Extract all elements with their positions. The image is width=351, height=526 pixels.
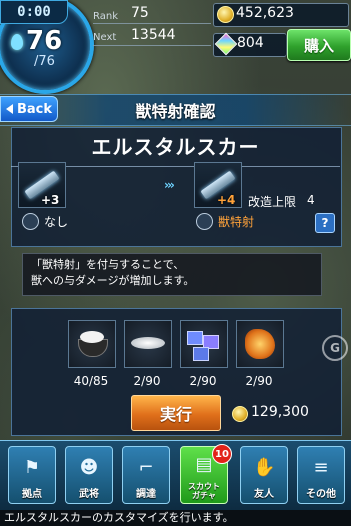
- stamina-drop-icon: [11, 34, 23, 50]
- rank-value: 75: [131, 5, 149, 21]
- weapon-before-skill: なし: [44, 215, 69, 229]
- nav-base-button[interactable]: ⚑ 拠点: [8, 446, 56, 504]
- head-icon: ☻: [79, 457, 99, 478]
- coin-value: 452,623: [236, 5, 294, 21]
- handshake-icon: ✋: [253, 457, 276, 478]
- back-arrow-icon: [5, 104, 13, 114]
- stamina-max: /76: [34, 54, 55, 69]
- skill-person-icon: [196, 213, 213, 230]
- cost-value: 129,300: [251, 404, 309, 420]
- material-count-4: 2/90: [245, 374, 273, 388]
- cost-coin-icon: [232, 406, 248, 422]
- rank-divider: [93, 23, 211, 24]
- material-count-1: 40/85: [73, 374, 109, 388]
- skill-person-icon: [22, 213, 39, 230]
- upgrade-limit-value: 4: [307, 193, 315, 207]
- cube-icon: [187, 331, 203, 345]
- crystal-icon: [245, 329, 275, 359]
- material-count-2: 2/90: [133, 374, 161, 388]
- nav-base-label: 拠点: [22, 489, 42, 500]
- upgrade-limit-label: 改造上限: [248, 195, 297, 209]
- material-count-3: 2/90: [189, 374, 217, 388]
- gun-icon: ⌐: [138, 457, 154, 478]
- weapon-after-slot: +4: [194, 162, 242, 208]
- gem-value: 804: [237, 35, 264, 51]
- weapon-after-skill: 獣特射: [218, 215, 255, 229]
- nav-procure-label: 調達: [136, 489, 156, 500]
- description-line-2: 獣への与ダメージが増加します。: [31, 274, 195, 287]
- powder-icon: [80, 331, 104, 343]
- material-blue-cubes: [180, 320, 228, 368]
- coin-icon: [217, 6, 234, 23]
- nav-procure-button[interactable]: ⌐ 調達: [122, 446, 170, 504]
- nav-other-button[interactable]: ≡ その他: [297, 446, 345, 504]
- flag-icon: ⚑: [23, 457, 41, 478]
- help-button[interactable]: ?: [315, 213, 335, 233]
- watermark-logo: G: [322, 335, 348, 361]
- nav-friends-button[interactable]: ✋ 友人: [240, 446, 288, 504]
- nav-generals-label: 武将: [79, 489, 99, 500]
- description-box: 「獣特射」を付与することで、 獣への与ダメージが増加します。: [22, 253, 322, 296]
- nav-gacha-label-2: ガチャ: [192, 491, 216, 500]
- disc-icon: [131, 337, 165, 349]
- weapon-before-plus: +3: [41, 193, 60, 207]
- back-label: Back: [16, 101, 53, 117]
- stamina-timer: 0:00: [0, 0, 68, 24]
- cube-icon: [193, 347, 209, 361]
- next-label: Next: [93, 32, 117, 43]
- nav-generals-button[interactable]: ☻ 武将: [65, 446, 113, 504]
- weapon-before-slot: +3: [18, 162, 66, 208]
- buy-button[interactable]: 購入: [287, 29, 351, 61]
- nav-gacha-label-1: スカウト: [188, 482, 220, 491]
- rank-label: Rank: [93, 11, 118, 22]
- status-message: エルスタルスカーのカスタマイズを行います。: [0, 510, 351, 526]
- nav-other-label: その他: [306, 489, 336, 500]
- material-powder-bowl: [68, 320, 116, 368]
- gacha-count-badge: 10: [212, 444, 232, 464]
- description-line-1: 「獣特射」を付与することで、: [31, 258, 185, 271]
- menu-icon: ≡: [313, 457, 329, 478]
- nav-friends-label: 友人: [254, 489, 274, 500]
- nav-gacha-label: スカウト ガチャ: [188, 482, 220, 500]
- next-exp-value: 13544: [131, 27, 176, 43]
- material-orange-crystal: [236, 320, 284, 368]
- stamina-current: 76: [26, 26, 63, 56]
- weapon-after-plus: +4: [217, 193, 236, 207]
- execute-button[interactable]: 実行: [131, 395, 221, 431]
- chevron-right-icon: ›››: [164, 178, 175, 192]
- next-divider: [93, 45, 211, 46]
- material-silver-disc: [124, 320, 172, 368]
- back-button[interactable]: Back: [0, 96, 58, 122]
